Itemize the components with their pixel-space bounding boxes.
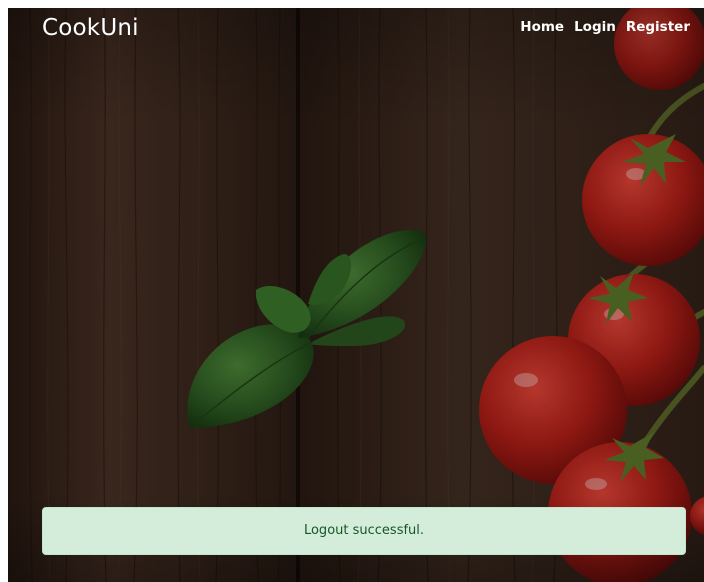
alert-message: Logout successful.: [303, 522, 425, 538]
nav-home-link[interactable]: Home: [520, 19, 564, 35]
navbar: CookUni Home Login Register: [8, 8, 704, 52]
brand-logo[interactable]: CookUni: [42, 15, 139, 41]
nav-register-link[interactable]: Register: [626, 19, 690, 35]
background-image: [8, 8, 704, 582]
page-viewport: CookUni Home Login Register Logout succe…: [8, 8, 704, 582]
success-alert: Logout successful.: [42, 507, 686, 555]
nav-links: Home Login Register: [520, 19, 690, 35]
nav-login-link[interactable]: Login: [574, 19, 616, 35]
